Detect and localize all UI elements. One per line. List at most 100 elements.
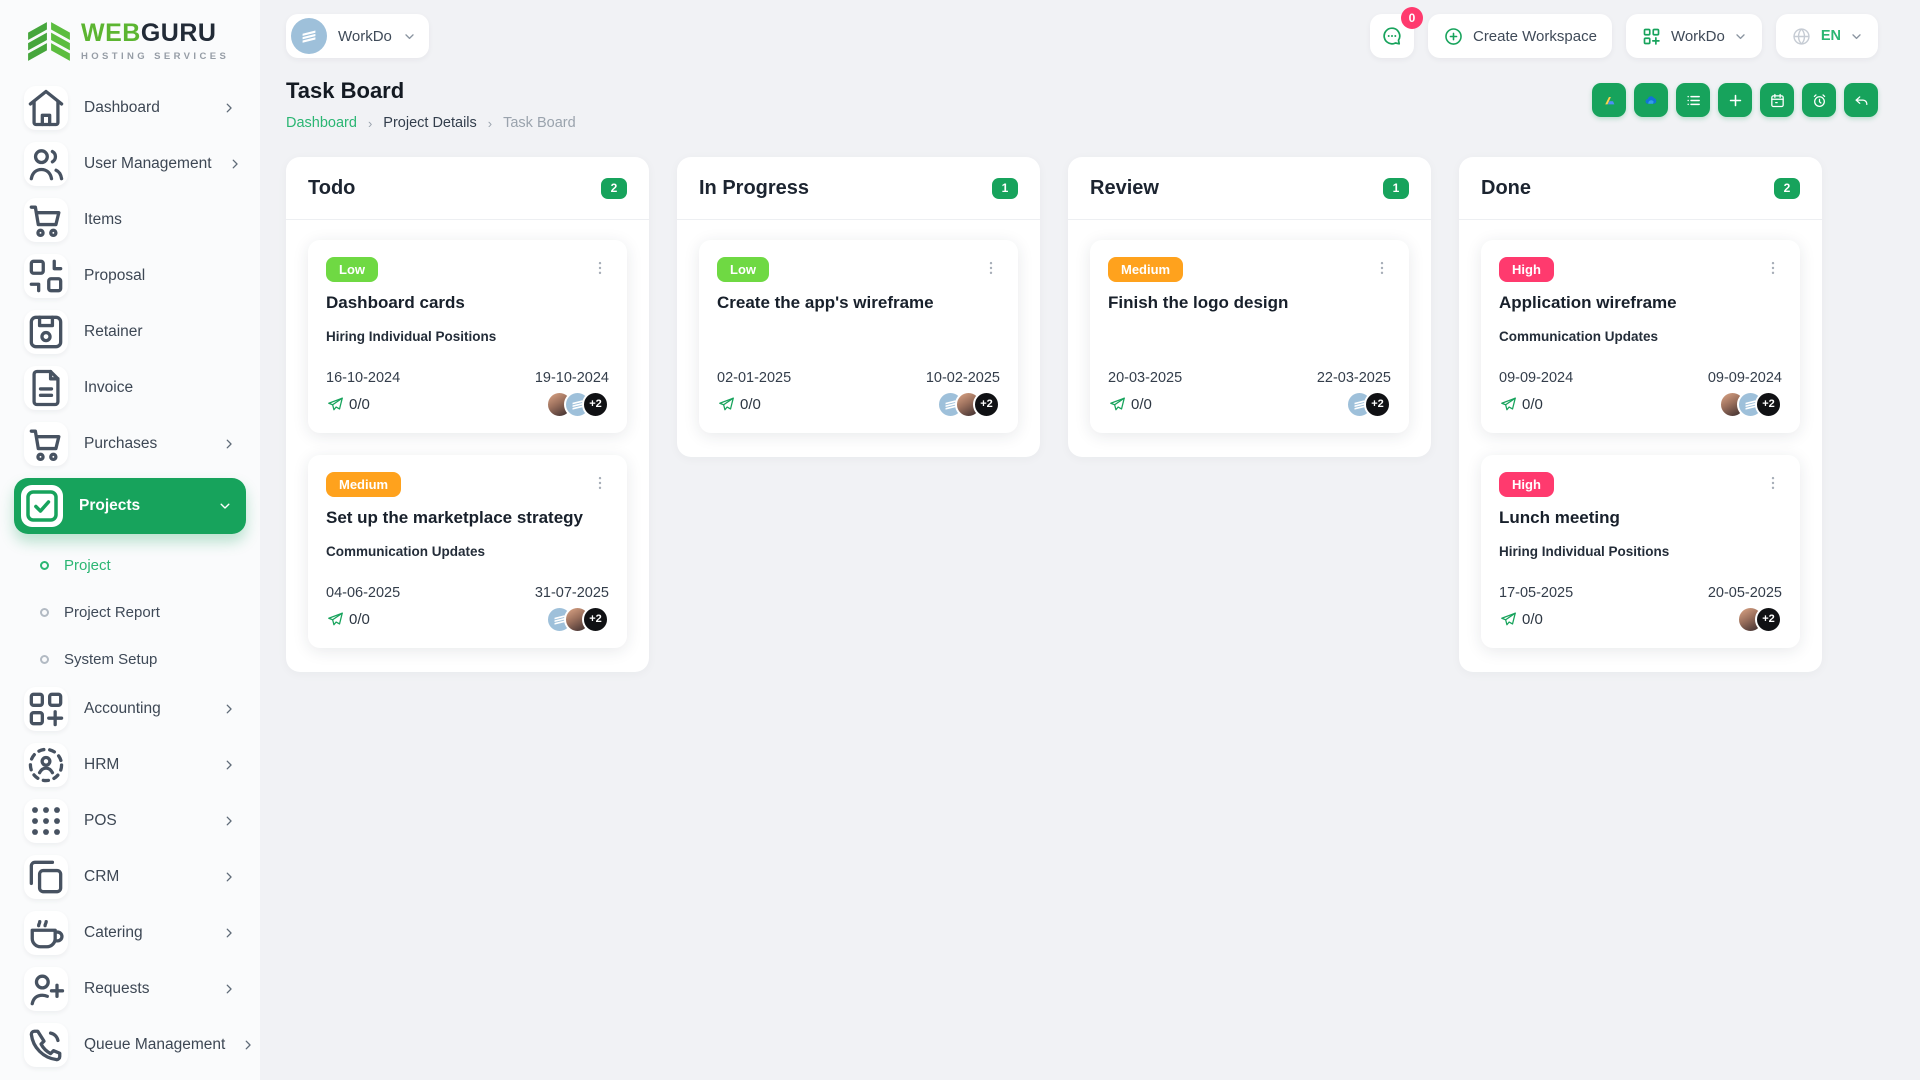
sidebar-item-items[interactable]: Items (24, 198, 236, 242)
task-start-date: 17-05-2025 (1499, 585, 1574, 601)
sidebar-item-user-management[interactable]: User Management (24, 142, 238, 186)
language-selector[interactable]: EN (1775, 14, 1878, 58)
create-workspace-button[interactable]: Create Workspace (1427, 14, 1612, 58)
sidebar-item-purchases[interactable]: Purchases (24, 422, 236, 466)
onedrive-icon (1643, 92, 1660, 109)
sidebar-item-label: Invoice (84, 379, 134, 396)
column-count-badge: 1 (992, 177, 1018, 199)
card-menu-button[interactable] (1373, 259, 1391, 277)
priority-badge: Medium (1108, 257, 1184, 282)
sidebar-item-label: CRM (84, 868, 120, 885)
add-task-button[interactable] (1718, 83, 1752, 117)
task-start-date: 16-10-2024 (326, 370, 401, 386)
sidebar-subitem-project-report[interactable]: Project Report (40, 593, 236, 631)
sidebar-subitem-system-setup[interactable]: System Setup (40, 640, 236, 678)
send-icon (1108, 395, 1127, 414)
onedrive-button[interactable] (1634, 83, 1668, 117)
card-menu-button[interactable] (1764, 474, 1782, 492)
pos-icon (24, 799, 68, 843)
avatar-more-count: +2 (1755, 605, 1782, 633)
sidebar-item-queue-management[interactable]: Queue Management (24, 1023, 252, 1067)
priority-badge: Low (326, 257, 378, 282)
sidebar-item-requests[interactable]: Requests (24, 967, 236, 1011)
check-square-icon (21, 485, 63, 527)
sidebar-item-proposal[interactable]: Proposal (24, 254, 236, 298)
task-title: Create the app's wireframe (717, 293, 934, 312)
chevron-right-icon (222, 702, 236, 716)
sidebar-item-hrm[interactable]: HRM (24, 743, 236, 787)
column-cards: High Application wireframe Communication… (1481, 220, 1800, 672)
task-title: Lunch meeting (1499, 508, 1620, 527)
messages-button[interactable]: 0 (1369, 7, 1423, 58)
chevron-right-icon (222, 758, 236, 772)
task-progress: 0/0 (717, 395, 761, 414)
topbar: WorkDo 0 Create Workspace WorkDo EN (286, 7, 1878, 62)
task-card[interactable]: Medium Set up the marketplace strategy C… (308, 455, 627, 648)
dots-vertical-icon (1764, 259, 1782, 277)
send-icon (326, 395, 345, 414)
assignee-avatars: +2 (1346, 390, 1391, 418)
sidebar-submenu-projects: Project Project Report System Setup (40, 546, 236, 678)
task-card[interactable]: High Application wireframe Communication… (1481, 240, 1800, 433)
sidebar-item-label: Accounting (84, 700, 161, 717)
card-menu-button[interactable] (591, 259, 609, 277)
task-card[interactable]: High Lunch meeting Hiring Individual Pos… (1481, 455, 1800, 648)
priority-badge: Medium (326, 472, 402, 497)
sidebar-item-label: Items (84, 211, 122, 228)
card-menu-button[interactable] (1764, 259, 1782, 277)
task-progress: 0/0 (1499, 395, 1543, 414)
messages-count-badge: 0 (1400, 7, 1423, 29)
sidebar-item-retainer[interactable]: Retainer (24, 310, 236, 354)
app-switcher-label: WorkDo (1670, 27, 1725, 45)
sidebar-item-projects[interactable]: Projects (14, 478, 246, 534)
page-title: Task Board (286, 78, 405, 103)
avatar-more-count: +2 (582, 605, 609, 633)
invoice-icon (24, 366, 68, 410)
workspace-avatar (291, 18, 327, 54)
task-card[interactable]: Low Create the app's wireframe 02-01-202… (699, 240, 1018, 433)
sidebar-subitem-project[interactable]: Project (40, 546, 236, 584)
board-column-todo: Todo 2 Low Dashboard cards Hiring Indivi… (286, 157, 649, 672)
breadcrumb-dashboard-link[interactable]: Dashboard (286, 115, 357, 131)
users-icon (24, 142, 68, 186)
list-view-button[interactable] (1676, 83, 1710, 117)
card-menu-button[interactable] (982, 259, 1000, 277)
task-end-date: 20-05-2025 (1707, 585, 1782, 601)
sidebar-item-pos[interactable]: POS (24, 799, 236, 843)
sidebar-item-accounting[interactable]: Accounting (24, 687, 236, 731)
column-count-badge: 2 (601, 177, 627, 199)
column-cards: Medium Finish the logo design 20-03-2025… (1090, 220, 1409, 457)
workspace-selector[interactable]: WorkDo (286, 14, 429, 58)
sidebar-item-catering[interactable]: Catering (24, 911, 236, 955)
chevron-right-icon (222, 982, 236, 996)
card-menu-button[interactable] (591, 474, 609, 492)
calendar-icon (1769, 92, 1786, 109)
task-card[interactable]: Medium Finish the logo design 20-03-2025… (1090, 240, 1409, 433)
task-milestone: Communication Updates (326, 544, 486, 559)
timer-button[interactable] (1802, 83, 1836, 117)
assignee-avatars: +2 (546, 605, 609, 633)
copy-icon (24, 855, 68, 899)
qr-icon (24, 254, 68, 298)
chat-icon (1380, 24, 1404, 48)
breadcrumb-project-details-link[interactable]: Project Details (383, 115, 476, 131)
sidebar-item-label: Retainer (84, 323, 143, 340)
app-switcher-button[interactable]: WorkDo (1625, 14, 1762, 58)
task-milestone (717, 329, 1000, 346)
sidebar-item-dashboard[interactable]: Dashboard (24, 86, 236, 130)
task-milestone: Hiring Individual Positions (326, 329, 497, 344)
task-title: Finish the logo design (1108, 293, 1289, 312)
cart-icon (24, 198, 68, 242)
page-header: Task Board Dashboard › Project Details ›… (286, 78, 1878, 131)
chevron-right-icon (241, 1038, 255, 1052)
task-title: Application wireframe (1499, 293, 1677, 312)
workspace-label: WorkDo (338, 27, 392, 45)
back-button[interactable] (1844, 83, 1878, 117)
sidebar-item-invoice[interactable]: Invoice (24, 366, 236, 410)
task-card[interactable]: Low Dashboard cards Hiring Individual Po… (308, 240, 627, 433)
user-plus-icon (24, 967, 68, 1011)
sidebar-item-crm[interactable]: CRM (24, 855, 236, 899)
chevron-down-icon (1734, 30, 1747, 43)
google-drive-button[interactable] (1592, 83, 1626, 117)
calendar-view-button[interactable] (1760, 83, 1794, 117)
